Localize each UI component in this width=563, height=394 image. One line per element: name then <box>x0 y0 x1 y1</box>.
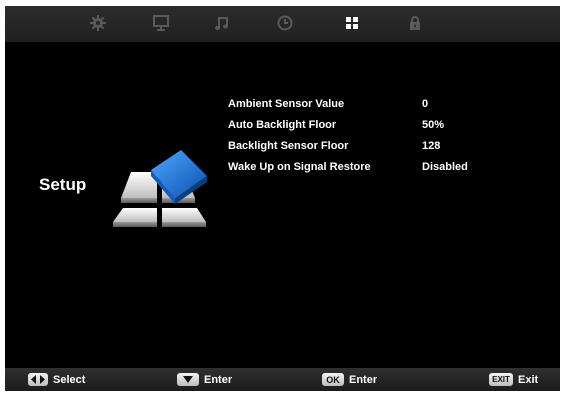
grid-icon <box>346 17 358 29</box>
tab-display[interactable] <box>147 10 175 36</box>
hint-exit-label: Exit <box>518 373 539 386</box>
setting-row-backlight-sensor-floor[interactable]: Backlight Sensor Floor 128 <box>228 136 528 157</box>
down-key-icon <box>177 373 199 386</box>
key-hint-bar: Select Enter OK Enter EXIT Exit <box>5 368 560 391</box>
settings-panel: Setup Ambient Sensor Value 0 Auto Backli… <box>5 42 560 368</box>
setting-label: Backlight Sensor Floor <box>228 140 349 152</box>
clock-icon <box>277 15 293 31</box>
category-tab-bar <box>5 6 560 42</box>
setting-row-ambient-sensor[interactable]: Ambient Sensor Value 0 <box>228 94 528 115</box>
hint-exit: EXIT Exit <box>489 372 538 387</box>
hint-enter-ok-label: Enter <box>349 373 378 386</box>
settings-list: Ambient Sensor Value 0 Auto Backlight Fl… <box>228 94 528 178</box>
tab-setup[interactable] <box>338 10 366 36</box>
hint-select: Select <box>28 372 85 387</box>
hint-enter-label: Enter <box>204 373 233 386</box>
setting-label: Ambient Sensor Value <box>228 98 345 110</box>
setting-value: 128 <box>422 140 441 152</box>
setting-value: 50% <box>422 119 445 131</box>
tab-lock[interactable] <box>401 10 429 36</box>
ok-key-icon: OK <box>322 373 344 386</box>
tab-audio[interactable] <box>208 10 236 36</box>
gear-icon <box>90 15 106 31</box>
hint-select-label: Select <box>53 373 86 386</box>
hint-enter-ok: OK Enter <box>322 372 377 387</box>
exit-key-icon: EXIT <box>489 373 513 386</box>
setting-row-wake-up-on-signal-restore[interactable]: Wake Up on Signal Restore Disabled <box>228 157 528 178</box>
setting-row-auto-backlight-floor[interactable]: Auto Backlight Floor 50% <box>228 115 528 136</box>
hint-enter-down: Enter <box>177 372 232 387</box>
monitor-icon <box>153 15 169 31</box>
section-title: Setup <box>39 175 87 194</box>
setting-label: Wake Up on Signal Restore <box>228 161 371 173</box>
music-note-icon <box>215 17 228 30</box>
setting-label: Auto Backlight Floor <box>228 119 337 131</box>
setup-icon <box>113 150 207 227</box>
setting-value: Disabled <box>422 161 468 173</box>
osd-screen: Setup Ambient Sensor Value 0 Auto Backli… <box>5 6 560 391</box>
tab-time[interactable] <box>271 10 299 36</box>
tab-picture[interactable] <box>84 10 112 36</box>
setting-value: 0 <box>422 98 429 110</box>
left-right-key-icon <box>28 373 48 386</box>
lock-icon <box>410 16 420 30</box>
